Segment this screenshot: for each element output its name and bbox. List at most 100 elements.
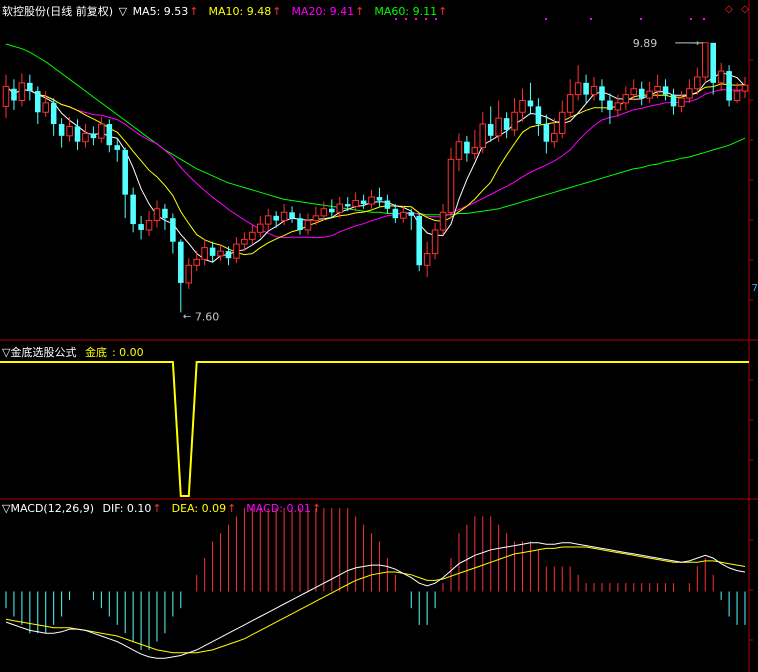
- candle-body-down: [209, 247, 216, 256]
- low-price-label: 7.60: [195, 310, 220, 323]
- candle-body-down: [74, 126, 81, 142]
- candle-body-up: [558, 111, 566, 134]
- macd-panel-plot: [5, 508, 746, 659]
- price-panel-plot: 9.89 → ← 7.60: [2, 18, 749, 323]
- candle-body-down: [416, 215, 422, 266]
- signal-dot: [640, 18, 642, 20]
- candle-body-down: [35, 91, 41, 113]
- axis-tag: 7: [751, 283, 758, 294]
- candle-body-up: [264, 215, 272, 225]
- candle-body-up: [717, 70, 725, 84]
- candle-body-up: [519, 100, 526, 113]
- candle-body-down: [464, 141, 470, 154]
- candle-body-down: [273, 215, 279, 221]
- candle-body-up: [511, 111, 518, 131]
- stock-chart-canvas: 9.89 → ← 7.60: [0, 0, 758, 672]
- macd-legend-macd: MACD: 0.01↑: [246, 502, 322, 515]
- candle-body-up: [320, 208, 328, 217]
- candle-body-up: [2, 85, 10, 107]
- candle-body-up: [479, 123, 487, 149]
- legend-ma60: MA60: 9.11↑: [374, 5, 448, 18]
- candle-body-down: [583, 82, 589, 95]
- macd-title[interactable]: ▽MACD(12,26,9): [2, 502, 94, 515]
- candle-body-down: [726, 71, 732, 101]
- macd-legend-dea: DEA: 0.09↑: [171, 502, 237, 515]
- candle-body-down: [710, 42, 716, 83]
- signal-dot: [590, 18, 592, 20]
- candle-body-down: [50, 102, 57, 125]
- macd-legend-up-arrow-icon: ↑: [152, 502, 162, 515]
- candle-body-up: [447, 158, 455, 213]
- signal-dot: [545, 18, 547, 20]
- candle-body-down: [543, 124, 550, 142]
- candle-body-up: [400, 211, 407, 219]
- ma5-line: [5, 71, 746, 263]
- candle-body-up: [678, 97, 685, 107]
- candle-body-up: [368, 196, 375, 205]
- candle-body-up: [654, 85, 661, 92]
- formula-title[interactable]: ▽金底选股公式: [2, 346, 76, 359]
- candle-body-down: [178, 241, 184, 283]
- candle-body-up: [614, 102, 622, 111]
- candle-body-up: [201, 247, 208, 260]
- candle-body-up: [153, 208, 161, 222]
- low-arrow-icon: ←: [183, 311, 191, 322]
- candle-body-up: [471, 147, 479, 154]
- candle-body-down: [607, 100, 613, 110]
- candle-body-up: [423, 253, 431, 266]
- candle-body-down: [360, 200, 367, 205]
- candle-body-down: [122, 149, 128, 195]
- high-arrow-icon: →: [692, 39, 700, 49]
- candle-body-down: [376, 197, 383, 201]
- candle-body-up: [256, 223, 264, 233]
- candle-body-up: [312, 215, 320, 222]
- legend-up-arrow-icon: ↑: [189, 5, 199, 18]
- candle-body-down: [289, 212, 295, 219]
- indicator-toggle-icon[interactable]: ▽: [119, 5, 127, 18]
- candle-body-down: [11, 88, 17, 101]
- candle-body-up: [280, 211, 288, 222]
- candle-body-up: [630, 88, 638, 96]
- candle-body-down: [114, 145, 121, 150]
- candle-body-up: [98, 123, 105, 139]
- macd-legend: DIF: 0.10↑ DEA: 0.09↑ MACD: 0.01↑: [103, 502, 332, 515]
- candle-body-up: [431, 229, 439, 254]
- legend-ma5: MA5: 9.53↑: [132, 5, 199, 18]
- signal-line: [0, 361, 749, 497]
- candle-body-down: [297, 218, 303, 230]
- formula-panel-header: ▽金底选股公式 金底: 0.00: [2, 346, 144, 359]
- candle-body-down: [90, 133, 97, 139]
- candle-body-down: [408, 212, 415, 216]
- candle-body-up: [741, 84, 749, 92]
- price-panel-header: 软控股份(日线 前复权) ▽ MA5: 9.53↑ MA10: 9.48↑ MA20…: [2, 3, 462, 19]
- candle-body-down: [535, 106, 542, 125]
- candle-body-down: [170, 218, 176, 242]
- layout-control-icon[interactable]: ◇: [725, 4, 733, 15]
- candle-body-down: [329, 208, 335, 213]
- candle-body-down: [162, 208, 168, 219]
- candle-body-up: [304, 220, 312, 231]
- candle-body-down: [599, 86, 605, 101]
- ma20-line: [5, 86, 746, 239]
- candle-body-up: [249, 231, 256, 240]
- legend-up-arrow-icon: ↑: [438, 5, 448, 18]
- candle-body-up: [590, 85, 598, 96]
- candle-body-up: [193, 258, 200, 266]
- macd-legend-up-arrow-icon: ↑: [311, 502, 322, 515]
- candle-body-down: [27, 82, 33, 92]
- candle-body-up: [694, 76, 701, 90]
- candle-body-down: [138, 224, 144, 230]
- candle-body-down: [638, 88, 645, 99]
- ma-legend: MA5: 9.53↑ MA10: 9.48↑ MA20: 9.41↑ MA60: 9.…: [133, 5, 458, 18]
- legend-ma20: MA20: 9.41↑: [291, 5, 365, 18]
- candle-body-up: [217, 250, 224, 257]
- candle-body-up: [185, 264, 193, 284]
- collapse-control-icon[interactable]: ◇: [741, 4, 749, 15]
- candle-body-down: [225, 251, 232, 259]
- candle-body-up: [439, 211, 447, 231]
- candle-body-down: [527, 100, 534, 107]
- candle-body-up: [455, 141, 463, 160]
- candle-body-up: [686, 88, 693, 99]
- candle-body-up: [233, 243, 240, 259]
- candle-body-down: [503, 118, 510, 130]
